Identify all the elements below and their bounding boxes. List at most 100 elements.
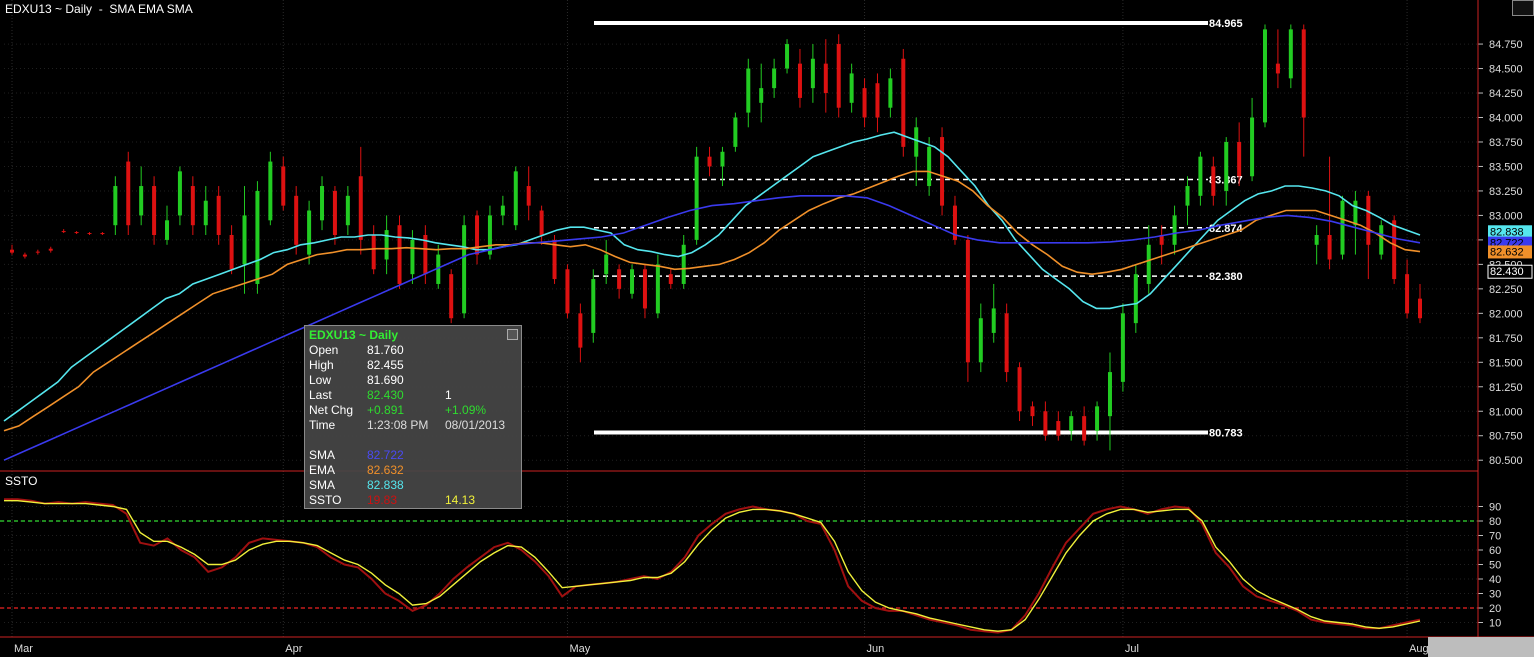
high-label: High [309, 358, 334, 372]
x-tick-label: Jul [1125, 643, 1139, 655]
candle-body [668, 274, 673, 284]
candle-body [1120, 313, 1125, 382]
chart-canvas: 84.96583.36782.87482.38080.783 MarAprMay… [0, 0, 1534, 655]
candle-body [565, 269, 570, 314]
candle-body [320, 186, 325, 221]
candle-body [1172, 215, 1177, 245]
x-tick-label: Apr [285, 643, 302, 655]
price-tick-label: 80.500 [1489, 455, 1523, 467]
price-tick-label: 83.750 [1489, 137, 1523, 149]
osc-tick-label: 50 [1489, 560, 1501, 572]
osc-tick-label: 80 [1489, 516, 1501, 528]
osc-tick-label: 30 [1489, 589, 1501, 601]
candle-body [720, 151, 725, 167]
level-label: 80.783 [1209, 427, 1243, 439]
candle-body [591, 279, 596, 333]
candle-body [539, 210, 544, 235]
candle-body [655, 264, 660, 314]
candle-body [862, 88, 867, 118]
candle-body [35, 251, 40, 253]
candle-body [797, 63, 802, 98]
candle-body [1262, 29, 1267, 123]
candle-body [1198, 156, 1203, 196]
osc-tick-label: 60 [1489, 545, 1501, 557]
price-tag-label: 82.430 [1490, 266, 1524, 278]
time-value: 1:23:08 PM [367, 418, 429, 432]
candle-body [1056, 421, 1061, 436]
high-value: 82.455 [367, 358, 404, 372]
x-tick-label: May [569, 643, 590, 655]
candle-body [1275, 63, 1280, 74]
candle-body [190, 186, 195, 226]
price-tick-label: 81.750 [1489, 333, 1523, 345]
price-tick-label: 84.250 [1489, 88, 1523, 100]
ssto-d-value: 14.13 [445, 493, 476, 507]
ema-label: EMA [309, 463, 336, 477]
candle-body [759, 88, 764, 103]
low-value: 81.690 [367, 373, 404, 387]
candle-body [578, 313, 583, 348]
candle-body [849, 73, 854, 103]
candle-body [1043, 411, 1048, 436]
candle-body [1379, 225, 1384, 255]
candle-body [965, 239, 970, 363]
ssto-title: SSTO [5, 474, 38, 488]
candle-body [475, 215, 480, 255]
candle-body [1095, 406, 1100, 431]
price-tick-label: 81.250 [1489, 382, 1523, 394]
last-value: 82.430 [367, 388, 404, 402]
candle-body [914, 127, 919, 157]
candle-body [604, 254, 609, 275]
candle-body [1237, 141, 1242, 177]
candle-body [74, 232, 79, 234]
candle-body [410, 239, 415, 275]
candle-body [139, 186, 144, 216]
candle-body [371, 235, 376, 270]
ema-value: 82.632 [367, 463, 404, 477]
last-label: Last [309, 388, 332, 402]
candle-body [126, 161, 131, 226]
candle-body [61, 231, 66, 233]
candle-body [100, 233, 105, 235]
candle-body [1069, 416, 1074, 431]
price-tick-label: 83.250 [1489, 186, 1523, 198]
corner-button[interactable] [1512, 0, 1534, 16]
candle-body [875, 83, 880, 118]
candle-body [823, 63, 828, 94]
candle-body [1314, 235, 1319, 245]
candle-body [500, 205, 505, 216]
sma-slow-line [3, 195, 1421, 461]
candle-body [927, 146, 932, 187]
close-icon[interactable] [507, 329, 518, 340]
ssto-k-value: 19.83 [367, 493, 398, 507]
candle-body [1146, 244, 1151, 284]
last-size: 1 [445, 388, 452, 402]
candle-body [1405, 274, 1410, 314]
osc-tick-label: 10 [1489, 618, 1501, 630]
sma2-value: 82.838 [367, 478, 404, 492]
low-label: Low [309, 373, 332, 387]
price-tag-label: 82.632 [1490, 246, 1524, 258]
candle-body [1030, 406, 1035, 417]
candle-body [733, 117, 738, 147]
candle-body [707, 156, 712, 167]
netchg-value: +0.891 [367, 403, 405, 417]
candle-body [1418, 298, 1422, 319]
candle-body [294, 195, 299, 245]
candle-body [397, 225, 402, 284]
scroll-box[interactable] [1428, 637, 1534, 657]
candle-body [281, 166, 286, 206]
chart-title: EDXU13 ~ Daily - SMA EMA SMA [5, 2, 193, 16]
ssto-label: SSTO [309, 493, 342, 507]
candle-body [152, 186, 157, 235]
level-label: 82.380 [1209, 271, 1243, 283]
candle-body [1288, 29, 1293, 79]
candle-body [165, 220, 170, 240]
candle-body [991, 308, 996, 333]
candle-body [216, 195, 221, 235]
candle-body [1211, 166, 1216, 196]
candle-body [1340, 200, 1345, 255]
candle-body [1392, 220, 1397, 280]
price-levels: 84.96583.36782.87482.38080.783 [594, 18, 1244, 439]
data-window[interactable]: EDXU13 ~ Daily Open 81.760 High 82.455 L… [304, 325, 522, 509]
